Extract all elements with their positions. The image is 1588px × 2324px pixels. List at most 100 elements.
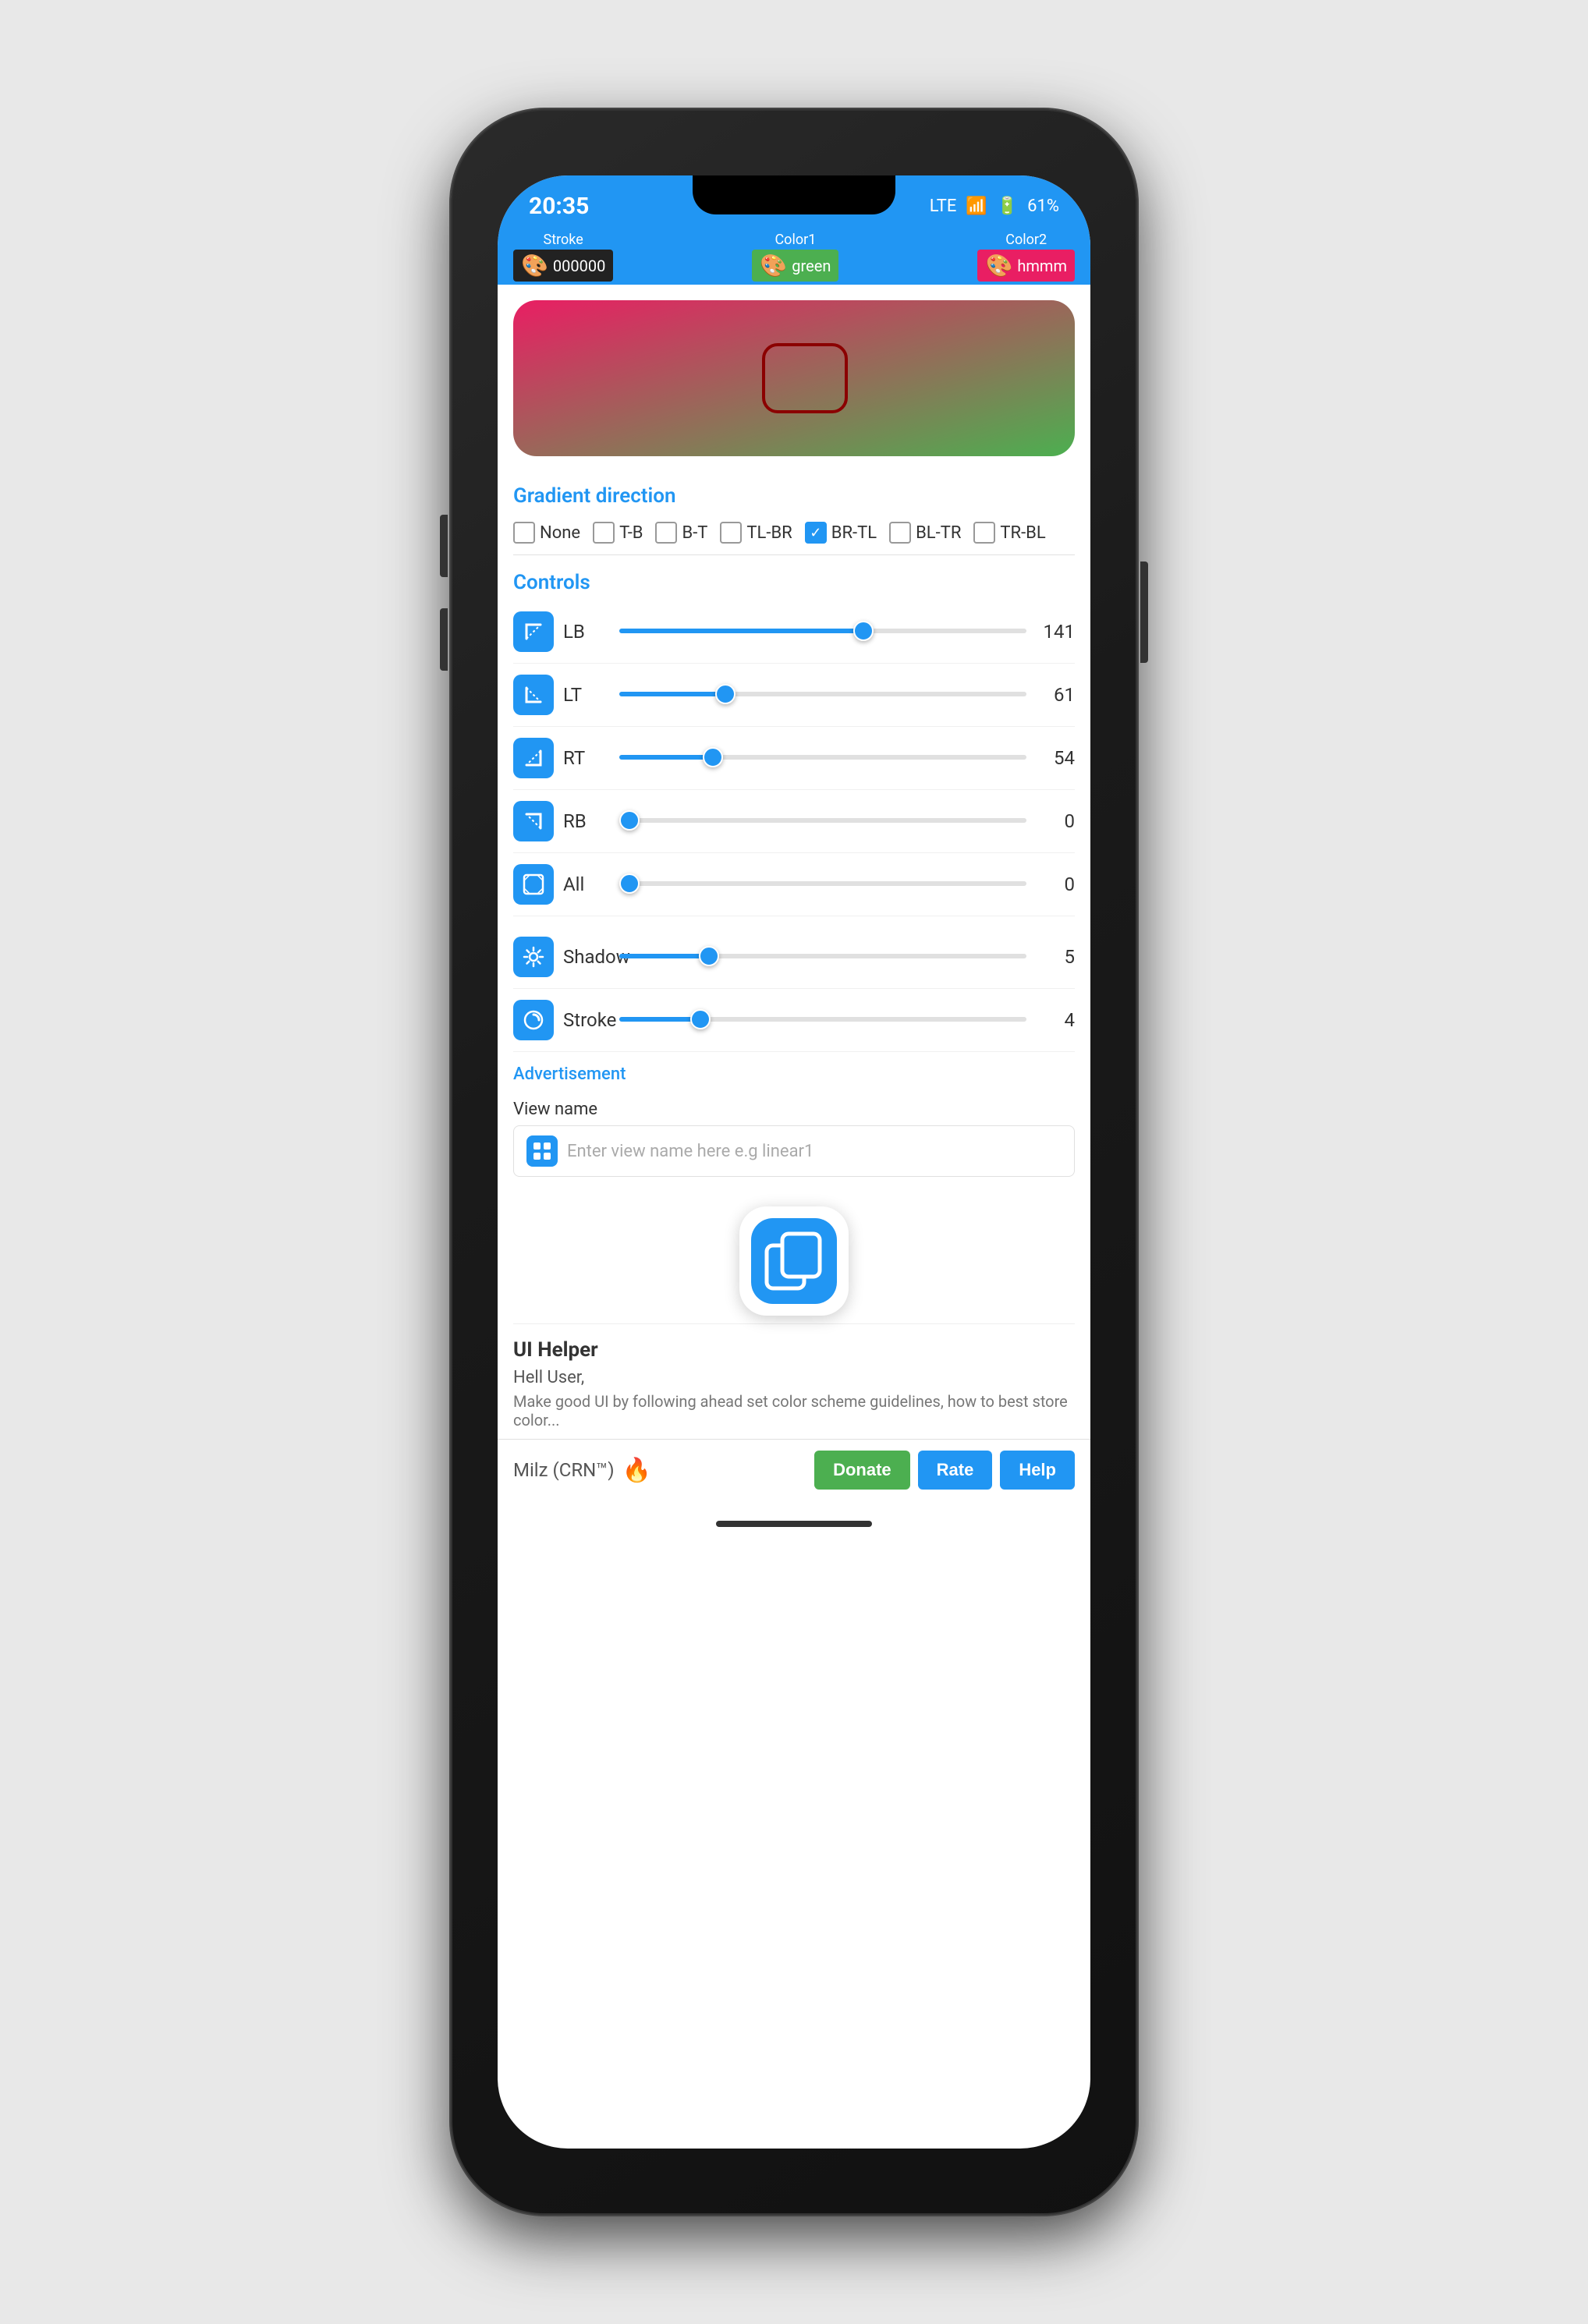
lb-fill [619,629,863,633]
stroke-value: 4 [1036,1009,1075,1031]
view-name-placeholder[interactable]: Enter view name here e.g linear1 [567,1142,813,1161]
lt-icon-button[interactable] [513,675,554,715]
view-name-label: View name [513,1100,1075,1119]
settings-icon [522,945,545,969]
stroke-slider-row: Stroke 4 [513,989,1075,1052]
dir-brtl-label: BR-TL [831,523,877,543]
color1-button[interactable]: 🎨 green [752,250,838,282]
all-slider-row: All 0 [513,853,1075,916]
color1-label: Color1 [775,232,816,248]
rb-icon-button[interactable] [513,801,554,841]
phone-shell: 20:35 ✉ ▶ N LTE 📶 🔋 61% [451,109,1137,2215]
dir-tb[interactable]: T-B [593,522,643,544]
lt-thumb[interactable] [715,684,736,704]
ui-helper-subtext: Make good UI by following ahead set colo… [513,1391,1075,1431]
shadow-slider[interactable] [619,954,1026,960]
dir-brtl-checkbox[interactable] [805,522,827,544]
dir-trbl-label: TR-BL [1000,523,1045,543]
dir-trbl[interactable]: TR-BL [973,522,1045,544]
rb-slider[interactable] [619,818,1026,824]
lt-slider-row: LT 61 [513,664,1075,727]
lt-arrow-icon [522,683,545,707]
signal-icon: 📶 [966,197,987,216]
rb-label: RB [563,810,610,832]
view-name-icon [526,1135,558,1167]
lt-slider[interactable] [619,692,1026,698]
view-name-input-row[interactable]: Enter view name here e.g linear1 [513,1125,1075,1177]
all-thumb[interactable] [619,873,640,894]
color1-section: Color1 🎨 green [752,232,838,282]
rt-label: RT [563,747,610,769]
dir-trbl-checkbox[interactable] [973,522,995,544]
view-name-section: View name Enter view name here e. [513,1093,1075,1183]
color2-value: hmmm [1017,257,1067,275]
stroke-slider[interactable] [619,1017,1026,1023]
status-time: 20:35 [529,193,589,220]
stroke-track [619,1017,1026,1022]
color2-button[interactable]: 🎨 hmmm [977,250,1075,282]
gradient-preview-inner [762,343,848,413]
ui-helper-title: UI Helper [513,1332,1075,1365]
rt-thumb[interactable] [703,747,723,767]
dir-tb-checkbox[interactable] [593,522,615,544]
battery-percent: 61% [1027,197,1059,216]
dir-tlbr-label: TL-BR [746,523,792,543]
battery-icon: 🔋 [997,197,1018,216]
color1-value: green [792,257,831,275]
lb-value: 141 [1036,621,1075,643]
dir-brtl[interactable]: BR-TL [805,522,877,544]
dir-tlbr[interactable]: TL-BR [720,522,792,544]
all-slider[interactable] [619,881,1026,887]
all-icon-button[interactable] [513,864,554,905]
lb-slider-row: LB 141 [513,600,1075,664]
dir-tlbr-checkbox[interactable] [720,522,742,544]
color1-palette-icon: 🎨 [760,253,787,278]
notch [693,175,895,214]
footer-brand-text: Milz (CRN™) [513,1459,615,1481]
dir-none[interactable]: None [513,522,580,544]
lb-thumb[interactable] [853,621,874,641]
stroke-icon-button[interactable] [513,1000,554,1040]
stroke-palette-icon: 🎨 [521,253,548,278]
color2-palette-icon: 🎨 [985,253,1012,278]
help-button[interactable]: Help [1000,1451,1075,1490]
lt-value: 61 [1036,684,1075,706]
rate-button[interactable]: Rate [918,1451,993,1490]
footer-buttons: Donate Rate Help [814,1451,1075,1490]
controls-title: Controls [513,558,1075,600]
home-indicator [498,1500,1090,1547]
shadow-icon-button[interactable] [513,937,554,977]
lb-slider[interactable] [619,629,1026,635]
lb-icon-button[interactable] [513,611,554,652]
status-right-icons: LTE 📶 🔋 61% [930,197,1059,216]
rb-slider-row: RB 0 [513,790,1075,853]
ui-helper-section: UI Helper Hell User, Make good UI by fol… [513,1323,1075,1439]
app-footer: Milz (CRN™) 🔥 Donate Rate Help [498,1439,1090,1500]
lt-fill [619,692,725,696]
all-track [619,881,1026,886]
app-header: Stroke 🎨 000000 Color1 🎨 green [498,229,1090,285]
content-area: Gradient direction None T-B B-T [498,472,1090,1439]
expand-icon [522,873,545,896]
rb-track [619,818,1026,823]
rb-thumb[interactable] [619,810,640,831]
volume-down-button [440,608,448,671]
stroke-fill [619,1017,700,1022]
dir-none-label: None [540,523,580,543]
dir-bltr[interactable]: BL-TR [889,522,961,544]
dir-bltr-checkbox[interactable] [889,522,911,544]
shadow-fill [619,954,709,958]
stroke-thumb[interactable] [690,1009,711,1029]
page-wrapper: 20:35 ✉ ▶ N LTE 📶 🔋 61% [0,0,1588,2324]
dir-none-checkbox[interactable] [513,522,535,544]
dir-bt[interactable]: B-T [655,522,707,544]
screen-bezel: 20:35 ✉ ▶ N LTE 📶 🔋 61% [498,175,1090,2149]
dir-bt-checkbox[interactable] [655,522,677,544]
lb-label: LB [563,621,610,643]
rt-slider[interactable] [619,755,1026,761]
shadow-thumb[interactable] [699,946,719,966]
stroke-icon [522,1008,545,1032]
rt-icon-button[interactable] [513,738,554,778]
donate-button[interactable]: Donate [814,1451,910,1490]
stroke-color-button[interactable]: 🎨 000000 [513,250,613,282]
